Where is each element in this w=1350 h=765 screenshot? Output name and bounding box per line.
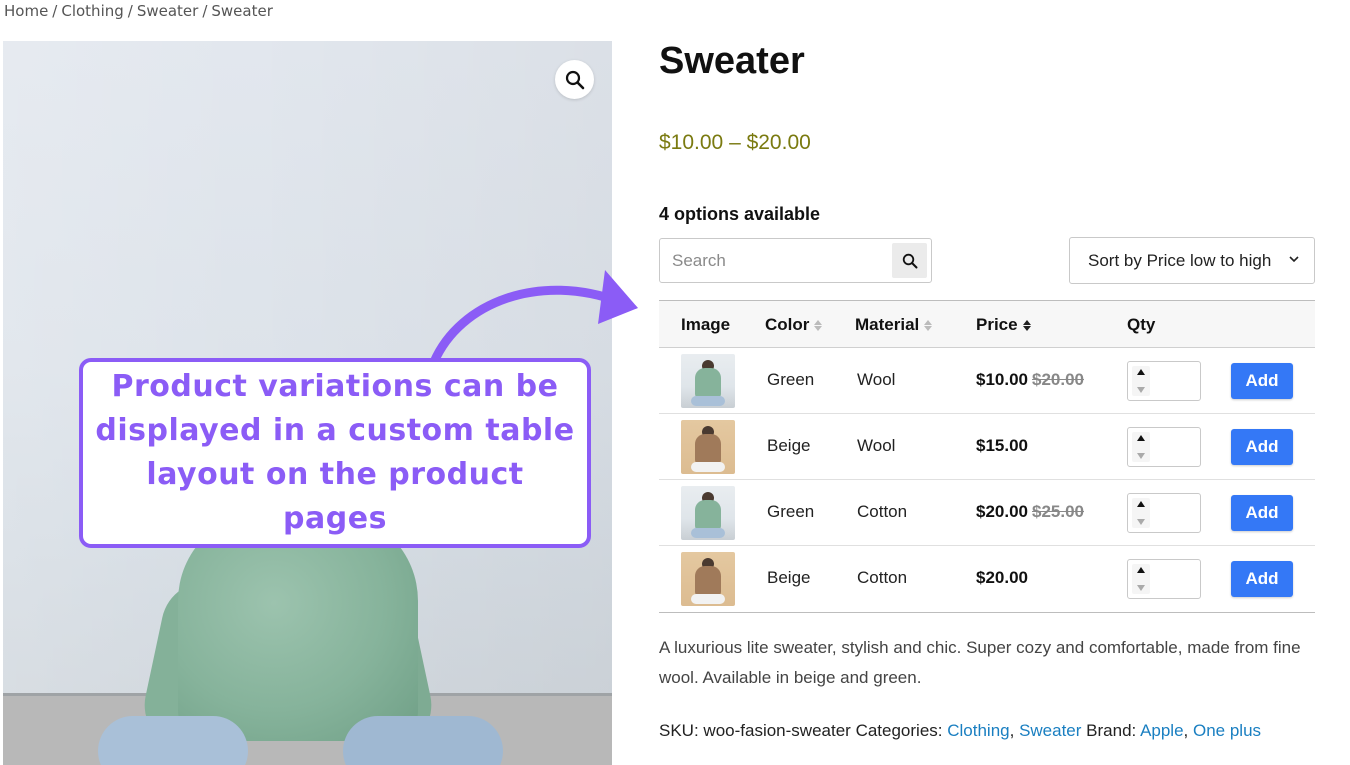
brand-link-apple[interactable]: Apple	[1140, 721, 1183, 740]
variation-thumbnail[interactable]	[681, 420, 735, 474]
row-sale-price: $20.00	[976, 502, 1028, 521]
spinner-arrows-icon[interactable]	[1132, 366, 1150, 396]
category-link-sweater[interactable]: Sweater	[1019, 721, 1081, 740]
quantity-stepper[interactable]	[1127, 361, 1201, 401]
variation-thumbnail[interactable]	[681, 552, 735, 606]
breadcrumb-current: Sweater	[211, 2, 273, 20]
row-color: Green	[767, 370, 815, 389]
breadcrumb-home[interactable]: Home	[4, 2, 48, 20]
breadcrumb-separator: /	[127, 2, 133, 20]
table-row: Beige Wool $15.00 Add	[659, 414, 1315, 480]
magnifier-icon	[565, 70, 584, 89]
sort-ascending-icon	[1022, 319, 1031, 331]
price-range: $10.00 – $20.00	[659, 131, 811, 154]
quantity-stepper[interactable]	[1127, 493, 1201, 533]
row-material: Wool	[857, 436, 896, 455]
callout-arrow-icon	[429, 270, 638, 367]
product-meta: SKU: woo-fasion-sweater Categories: Clot…	[659, 721, 1262, 740]
header-price[interactable]: Price	[976, 315, 1031, 335]
brand-link-one-plus[interactable]: One plus	[1193, 721, 1261, 740]
breadcrumb-separator: /	[52, 2, 58, 20]
product-title: Sweater	[659, 40, 805, 82]
table-row: Green Wool $10.00 $20.00 Add	[659, 348, 1315, 414]
header-color-label: Color	[765, 315, 810, 334]
table-header: Image Color Material Price Qty	[659, 301, 1315, 348]
category-link-clothing[interactable]: Clothing	[947, 721, 1009, 740]
add-button[interactable]: Add	[1231, 495, 1293, 531]
sort-label: Sort by Price low to high	[1088, 250, 1272, 270]
row-old-price: $20.00	[1032, 370, 1084, 389]
variation-thumbnail[interactable]	[681, 354, 735, 408]
quantity-stepper[interactable]	[1127, 427, 1201, 467]
spinner-arrows-icon[interactable]	[1132, 564, 1150, 594]
search-icon	[902, 253, 917, 268]
image-jeans-left	[98, 716, 248, 765]
variation-thumbnail[interactable]	[681, 486, 735, 540]
row-sale-price: $20.00	[976, 568, 1028, 587]
row-price: $20.00	[976, 568, 1028, 588]
search-button[interactable]	[892, 243, 927, 278]
categories-label: Categories:	[855, 721, 943, 740]
breadcrumb: Home / Clothing / Sweater / Sweater	[4, 2, 273, 20]
header-qty-label: Qty	[1127, 315, 1156, 334]
product-description: A luxurious lite sweater, stylish and ch…	[659, 638, 1301, 687]
row-price: $20.00 $25.00	[976, 502, 1084, 522]
callout-text: Product variations can be displayed in a…	[95, 369, 575, 536]
header-image-label: Image	[681, 315, 731, 334]
variations-table: Image Color Material Price Qty Green Woo…	[659, 300, 1315, 613]
table-row: Beige Cotton $20.00 Add	[659, 546, 1315, 612]
add-button[interactable]: Add	[1231, 561, 1293, 597]
sku-value: woo-fasion-sweater	[703, 721, 851, 740]
row-material: Cotton	[857, 568, 908, 587]
sku-label: SKU:	[659, 721, 699, 740]
chevron-down-icon	[1289, 256, 1299, 263]
image-jeans-right	[343, 716, 503, 765]
header-qty: Qty	[1127, 315, 1155, 335]
sort-arrows-icon	[814, 319, 823, 331]
row-price: $10.00 $20.00	[976, 370, 1084, 390]
spinner-arrows-icon[interactable]	[1132, 498, 1150, 528]
row-color: Beige	[767, 568, 811, 587]
header-material-label: Material	[855, 315, 920, 334]
row-material: Wool	[857, 370, 896, 389]
breadcrumb-separator: /	[202, 2, 208, 20]
row-sale-price: $10.00	[976, 370, 1028, 389]
row-old-price: $25.00	[1032, 502, 1084, 521]
header-color[interactable]: Color	[765, 315, 823, 335]
zoom-button[interactable]	[555, 60, 594, 99]
table-row: Green Cotton $20.00 $25.00 Add	[659, 480, 1315, 546]
header-price-label: Price	[976, 315, 1018, 334]
variation-search	[659, 238, 932, 283]
quantity-stepper[interactable]	[1127, 559, 1201, 599]
sort-dropdown[interactable]: Sort by Price low to high	[1069, 237, 1315, 284]
row-material: Cotton	[857, 502, 908, 521]
breadcrumb-sweater-category[interactable]: Sweater	[137, 2, 199, 20]
add-button[interactable]: Add	[1231, 363, 1293, 399]
brand-label: Brand:	[1086, 721, 1137, 740]
header-material[interactable]: Material	[855, 315, 933, 335]
row-price: $15.00	[976, 436, 1028, 456]
spinner-arrows-icon[interactable]	[1132, 432, 1150, 462]
row-color: Green	[767, 502, 815, 521]
callout-box: Product variations can be displayed in a…	[79, 358, 591, 548]
options-count: 4 options available	[659, 204, 821, 224]
add-button[interactable]: Add	[1231, 429, 1293, 465]
row-sale-price: $15.00	[976, 436, 1028, 455]
header-image: Image	[681, 315, 730, 335]
breadcrumb-clothing[interactable]: Clothing	[61, 2, 123, 20]
search-input[interactable]	[661, 240, 889, 281]
sort-arrows-icon	[924, 319, 933, 331]
row-color: Beige	[767, 436, 811, 455]
